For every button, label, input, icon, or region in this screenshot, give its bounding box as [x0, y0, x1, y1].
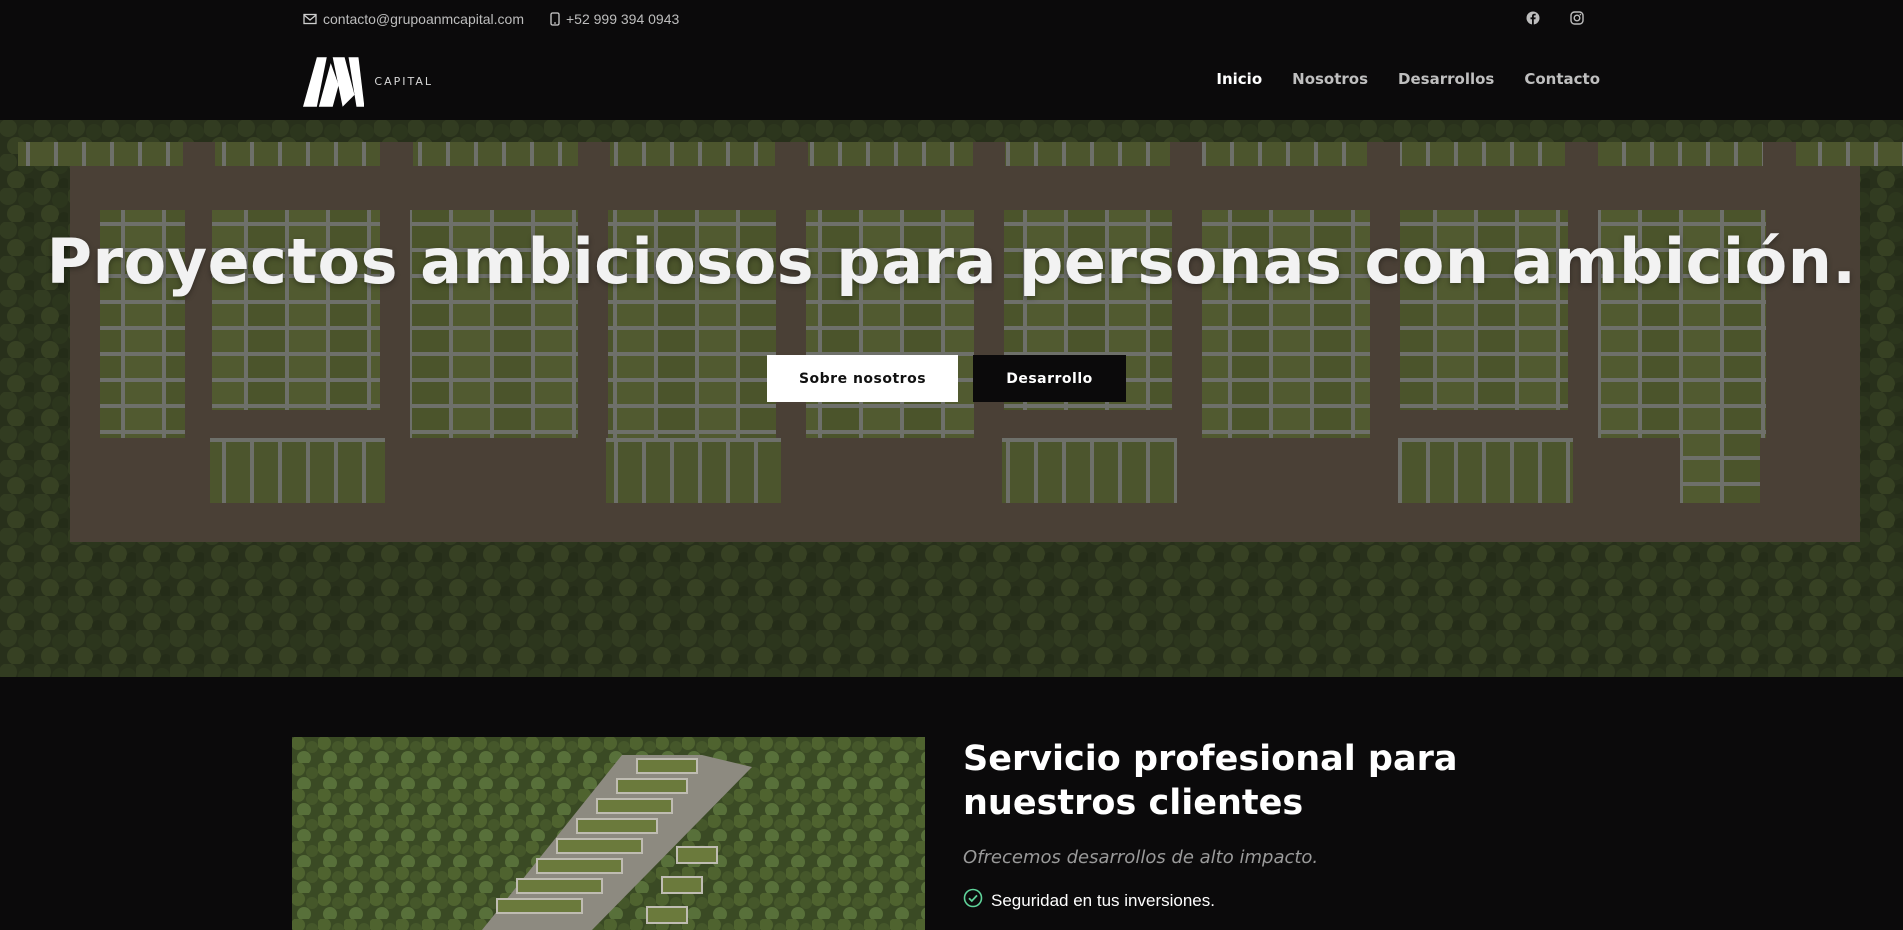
envelope-icon	[303, 13, 317, 25]
email-link[interactable]: contacto@grupoanmcapital.com	[303, 11, 524, 27]
nav-item-inicio[interactable]: Inicio	[1216, 70, 1262, 88]
contact-info: contacto@grupoanmcapital.com +52 999 394…	[303, 11, 679, 27]
hero-buttons: Sobre nosotros Desarrollo	[767, 355, 1126, 402]
mobile-phone-icon	[550, 12, 560, 26]
phone-link[interactable]: +52 999 394 0943	[550, 11, 679, 27]
instagram-icon[interactable]	[1570, 11, 1584, 25]
feature-item: Seguridad en tus inversiones.	[963, 888, 1603, 913]
development-aerial-photo	[292, 737, 925, 930]
about-us-button[interactable]: Sobre nosotros	[767, 355, 958, 402]
logo[interactable]: CAPITAL	[303, 55, 433, 107]
main-nav: Inicio Nosotros Desarrollos Contacto	[1216, 70, 1600, 88]
nav-item-desarrollos[interactable]: Desarrollos	[1398, 70, 1494, 88]
site-header: CAPITAL Inicio Nosotros Desarrollos Cont…	[0, 40, 1903, 120]
service-text: Servicio profesional para nuestros clien…	[963, 737, 1603, 913]
development-button[interactable]: Desarrollo	[973, 355, 1126, 402]
top-bar: contacto@grupoanmcapital.com +52 999 394…	[0, 0, 1903, 40]
logo-mark-icon	[303, 57, 365, 107]
hero-title: Proyectos ambiciosos para personas con a…	[46, 225, 1857, 298]
service-section: Servicio profesional para nuestros clien…	[0, 677, 1903, 930]
check-circle-icon	[963, 888, 983, 913]
service-title: Servicio profesional para nuestros clien…	[963, 739, 1458, 823]
logo-text: CAPITAL	[374, 74, 433, 88]
social-links	[1526, 11, 1584, 25]
email-text: contacto@grupoanmcapital.com	[323, 11, 524, 27]
feature-text: Seguridad en tus inversiones.	[991, 890, 1215, 910]
nav-item-contacto[interactable]: Contacto	[1524, 70, 1600, 88]
nav-item-nosotros[interactable]: Nosotros	[1292, 70, 1368, 88]
facebook-icon[interactable]	[1526, 11, 1540, 25]
service-subtitle: Ofrecemos desarrollos de alto impacto.	[963, 847, 1319, 868]
phone-text: +52 999 394 0943	[565, 11, 680, 27]
hero-section: Proyectos ambiciosos para personas con a…	[0, 120, 1903, 677]
